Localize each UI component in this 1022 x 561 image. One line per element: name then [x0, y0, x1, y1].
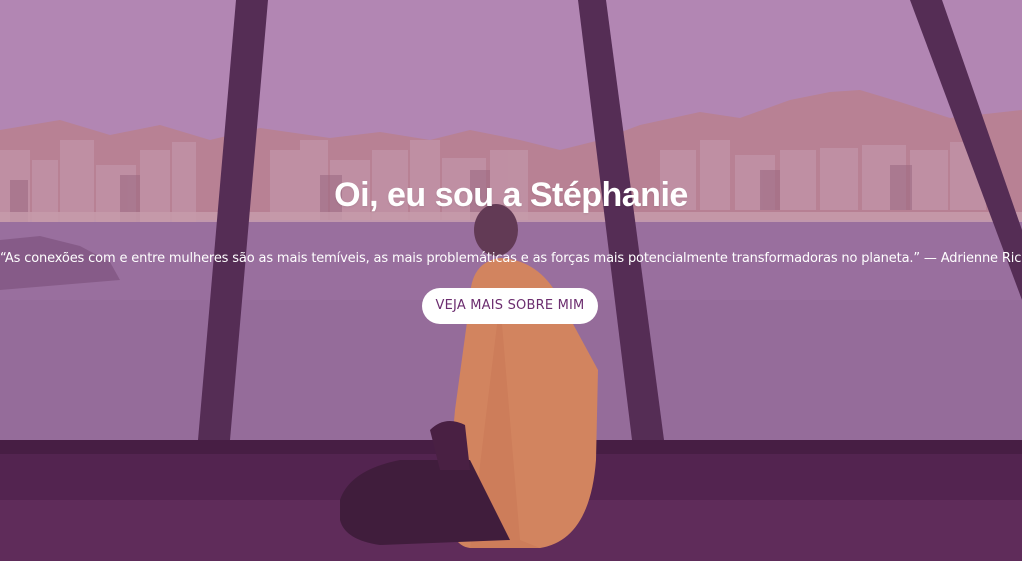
about-me-button[interactable]: VEJA MAIS SOBRE MIM — [422, 288, 598, 324]
hero-title: Oi, eu sou a Stéphanie — [334, 176, 688, 214]
hero-content: Oi, eu sou a Stéphanie “As conexões com … — [0, 0, 1022, 561]
hero-section: Oi, eu sou a Stéphanie “As conexões com … — [0, 0, 1022, 561]
hero-quote: “As conexões com e entre mulheres são as… — [0, 251, 1022, 266]
